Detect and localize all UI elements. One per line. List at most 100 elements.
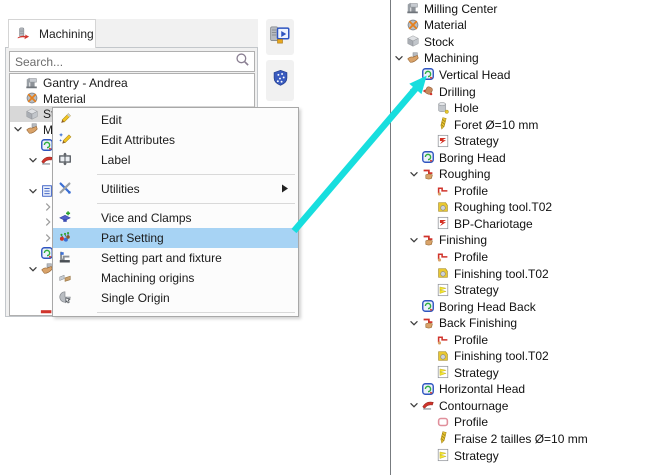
chevron-open-icon[interactable] (407, 84, 421, 98)
tree-item-finishing-tool-t02[interactable]: Finishing tool.T02 (391, 265, 657, 282)
search-box (9, 51, 255, 72)
chevron-open-icon[interactable] (26, 184, 40, 198)
machining-tab-icon (16, 27, 30, 41)
tree-item-label: Finishing tool.T02 (454, 348, 549, 363)
tree-item-label: Profile (454, 332, 488, 347)
tree-item-roughing[interactable]: Roughing (391, 165, 657, 182)
tree-item-label: Finishing (439, 232, 487, 247)
menu-item-edit-attributes[interactable]: Edit Attributes (53, 130, 298, 150)
menu-item-vice-and-clamps[interactable]: Vice and Clamps (53, 208, 298, 228)
tree-item-contournage[interactable]: Contournage (391, 397, 657, 414)
tree-item-label: Material (43, 91, 86, 106)
strategy-yellow-icon (436, 448, 450, 462)
tree-item-profile[interactable]: Profile (391, 182, 657, 199)
tree-item-boring-head-back[interactable]: Boring Head Back (391, 298, 657, 315)
menu-item-machining-origins[interactable]: Machining origins (53, 268, 298, 288)
chevron-spacer (26, 169, 40, 183)
tree-item-label: Profile (454, 414, 488, 429)
menu-item-label: Machining origins (101, 271, 194, 285)
drill-bit-icon (436, 431, 450, 445)
profile-red-icon (436, 249, 450, 263)
tree-item-material[interactable]: Material (10, 91, 254, 107)
tab-machining[interactable]: Machining (8, 19, 96, 48)
tree-item-stock[interactable]: Stock (391, 33, 657, 50)
chevron-spacer (422, 415, 436, 429)
menu-item-single-origin[interactable]: Single Origin (53, 288, 298, 308)
menu-separator (53, 170, 298, 179)
tree-item-foret-10-mm[interactable]: Foret Ø=10 mm (391, 116, 657, 133)
chevron-spacer (26, 293, 40, 307)
tree-item-hole[interactable]: Hole (391, 99, 657, 116)
search-input[interactable] (10, 55, 235, 69)
chevron-open-icon[interactable] (407, 233, 421, 247)
setting-fixture-icon (58, 250, 74, 266)
single-origin-icon (58, 290, 74, 306)
tree-item-strategy[interactable]: Strategy (391, 281, 657, 298)
tree-item-strategy[interactable]: Strategy (391, 447, 657, 464)
tree-item-label: Boring Head (439, 150, 506, 165)
chevron-open-icon[interactable] (26, 262, 40, 276)
chevron-open-icon[interactable] (26, 153, 40, 167)
drill-bit-icon (436, 117, 450, 131)
tree-item-horizontal-head[interactable]: Horizontal Head (391, 381, 657, 398)
strategy-red-icon (436, 134, 450, 148)
tree-item-profile[interactable]: Profile (391, 331, 657, 348)
tree-item-strategy[interactable]: Strategy (391, 364, 657, 381)
app-window: Machining Gantry - AndreaMaterialStockMa… (0, 0, 657, 475)
tree-item-strategy[interactable]: Strategy (391, 132, 657, 149)
tree-item-bp-chariotage[interactable]: BP-Chariotage (391, 215, 657, 232)
menu-item-label[interactable]: Label (53, 150, 298, 170)
tree-item-machining[interactable]: Machining (391, 50, 657, 67)
tree-item-drilling[interactable]: Drilling (391, 83, 657, 100)
menu-item-label: Setting part and fixture (101, 251, 222, 265)
drilling-icon (421, 84, 435, 98)
profile-pink-icon (436, 415, 450, 429)
magnifier-icon[interactable] (235, 52, 250, 72)
chevron-open-icon[interactable] (407, 167, 421, 181)
part-setting-icon (58, 230, 74, 246)
tree-item-label: Machining (424, 50, 479, 65)
menu-item-label: Part Setting (101, 231, 164, 245)
tree-item-material[interactable]: Material (391, 17, 657, 34)
contour-icon (421, 398, 435, 412)
menu-item-setting-part-and-fixture[interactable]: Setting part and fixture (53, 248, 298, 268)
shield-icon (272, 68, 289, 93)
operations-tree: Milling CenterMaterialStockMachiningVert… (391, 0, 657, 475)
shield-button[interactable] (266, 60, 294, 101)
tree-item-back-finishing[interactable]: Back Finishing (391, 314, 657, 331)
menu-item-utilities[interactable]: Utilities (53, 179, 298, 199)
chevron-open-icon[interactable] (407, 398, 421, 412)
menu-item-label: Single Origin (101, 291, 170, 305)
tree-item-boring-head[interactable]: Boring Head (391, 149, 657, 166)
menu-item-part-setting[interactable]: Part Setting (53, 228, 298, 248)
tree-item-milling-center[interactable]: Milling Center (391, 0, 657, 17)
tree-item-finishing-tool-t02[interactable]: Finishing tool.T02 (391, 347, 657, 364)
head-icon (421, 67, 435, 81)
chevron-open-icon[interactable] (407, 316, 421, 330)
chevron-spacer (422, 431, 436, 445)
tree-item-fraise-2-tailles-10-mm[interactable]: Fraise 2 tailles Ø=10 mm (391, 430, 657, 447)
tree-item-label: Roughing (439, 166, 490, 181)
tool-icon (436, 200, 450, 214)
tree-item-label: Hole (454, 100, 479, 115)
context-menu: EditEdit AttributesLabel Utilities Vice an… (52, 107, 299, 317)
chevron-open-icon[interactable] (11, 122, 25, 136)
tree-item-gantry-andrea[interactable]: Gantry - Andrea (10, 75, 254, 91)
menu-item-edit[interactable]: Edit (53, 110, 298, 130)
tree-item-vertical-head[interactable]: Vertical Head (391, 66, 657, 83)
tree-item-profile[interactable]: Profile (391, 414, 657, 431)
tree-item-label: Strategy (454, 448, 499, 463)
strategy-yellow-icon (436, 365, 450, 379)
tool-icon (436, 349, 450, 363)
chevron-open-icon[interactable] (392, 51, 406, 65)
tree-item-roughing-tool-t02[interactable]: Roughing tool.T02 (391, 199, 657, 216)
tree-item-finishing[interactable]: Finishing (391, 232, 657, 249)
tree-item-profile[interactable]: Profile (391, 248, 657, 265)
chevron-spacer (422, 200, 436, 214)
chevron-spacer (11, 76, 25, 90)
submenu-arrow-icon (281, 182, 289, 196)
simulation-button[interactable] (266, 19, 294, 55)
menu-separator (53, 199, 298, 208)
chevron-spacer (422, 249, 436, 263)
strategy-yellow-icon (436, 283, 450, 297)
